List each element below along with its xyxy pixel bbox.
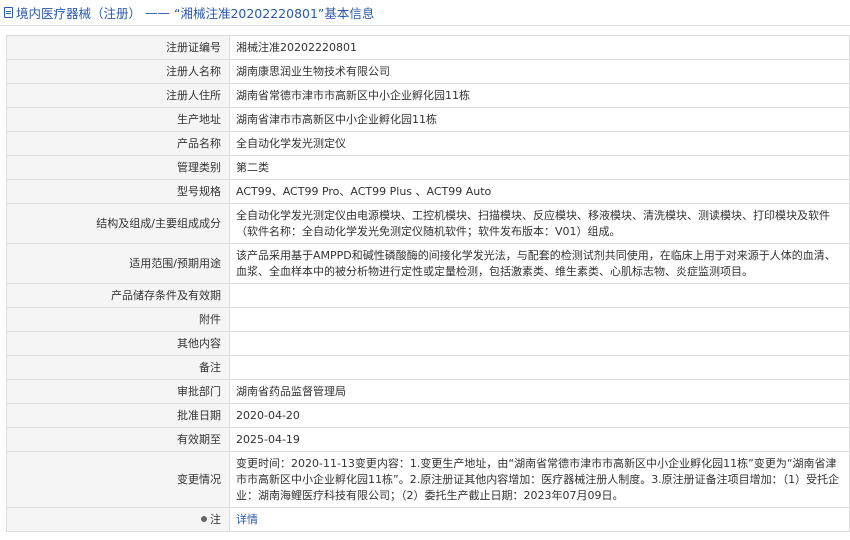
table-row: 生产地址 湖南省津市市高新区中小企业孵化园11栋	[6, 107, 850, 132]
table-row: 变更情况 变更时间：2020-11-13变更内容：1.变更生产地址，由“湖南省常…	[6, 451, 850, 508]
row-label: 注册人住所	[6, 83, 230, 108]
table-row: 产品名称 全自动化学发光测定仪	[6, 131, 850, 156]
location-pin-icon	[201, 515, 207, 522]
note-row: 注 详情	[6, 507, 850, 532]
row-value: ACT99、ACT99 Pro、ACT99 Plus 、ACT99 Auto	[229, 179, 850, 204]
table-row: 审批部门 湖南省药品监督管理局	[6, 379, 850, 404]
table-row: 备注	[6, 355, 850, 380]
row-label: 产品储存条件及有效期	[6, 283, 230, 308]
row-value: 湖南康思润业生物技术有限公司	[229, 59, 850, 84]
row-value: 湖南省药品监督管理局	[229, 379, 850, 404]
row-value	[229, 331, 850, 356]
row-value: 该产品采用基于AMPPD和碱性磷酸酶的间接化学发光法，与配套的检测试剂共同使用，…	[229, 243, 850, 284]
table-row: 注册人名称 湖南康思润业生物技术有限公司	[6, 59, 850, 84]
row-label: 审批部门	[6, 379, 230, 404]
table-row: 有效期至 2025-04-19	[6, 427, 850, 452]
row-label: 生产地址	[6, 107, 230, 132]
row-value: 2025-04-19	[229, 427, 850, 452]
header-separator: ——	[141, 5, 174, 20]
row-label: 附件	[6, 307, 230, 332]
row-value: 第二类	[229, 155, 850, 180]
note-value-cell: 详情	[229, 507, 850, 532]
table-row: 适用范围/预期用途 该产品采用基于AMPPD和碱性磷酸酶的间接化学发光法，与配套…	[6, 243, 850, 284]
row-label: 适用范围/预期用途	[6, 243, 230, 284]
row-value: 全自动化学发光测定仪由电源模块、工控机模块、扫描模块、反应模块、移液模块、清洗模…	[229, 203, 850, 244]
table-row: 注册证编号 湘械注准20202220801	[6, 35, 850, 60]
registration-detail-table: 注册证编号 湘械注准20202220801 注册人名称 湖南康思润业生物技术有限…	[6, 35, 850, 532]
row-label: 变更情况	[6, 451, 230, 508]
row-label: 备注	[6, 355, 230, 380]
row-value: 全自动化学发光测定仪	[229, 131, 850, 156]
row-label: 有效期至	[6, 427, 230, 452]
details-link[interactable]: 详情	[236, 513, 258, 526]
row-label: 结构及组成/主要组成成分	[6, 203, 230, 244]
table-row: 附件	[6, 307, 850, 332]
row-value: 湖南省津市市高新区中小企业孵化园11栋	[229, 107, 850, 132]
row-value	[229, 355, 850, 380]
row-value: 2020-04-20	[229, 403, 850, 428]
table-row: 型号规格 ACT99、ACT99 Pro、ACT99 Plus 、ACT99 A…	[6, 179, 850, 204]
table-row: 结构及组成/主要组成成分 全自动化学发光测定仪由电源模块、工控机模块、扫描模块、…	[6, 203, 850, 244]
row-label: 注册证编号	[6, 35, 230, 60]
row-label: 注册人名称	[6, 59, 230, 84]
row-value: 湖南省常德市津市市高新区中小企业孵化园11栋	[229, 83, 850, 108]
document-icon	[4, 7, 13, 18]
row-value: 湘械注准20202220801	[229, 35, 850, 60]
row-label: 管理类别	[6, 155, 230, 180]
table-row: 管理类别 第二类	[6, 155, 850, 180]
table-row: 注册人住所 湖南省常德市津市市高新区中小企业孵化园11栋	[6, 83, 850, 108]
page-header: 境内医疗器械（注册） —— “湘械注准20202220801”基本信息	[0, 0, 850, 26]
note-label-cell: 注	[6, 507, 230, 532]
row-value	[229, 283, 850, 308]
note-label: 注	[210, 512, 221, 526]
row-label: 产品名称	[6, 131, 230, 156]
row-label: 型号规格	[6, 179, 230, 204]
header-title: “湘械注准20202220801”基本信息	[173, 6, 375, 21]
row-value	[229, 307, 850, 332]
table-row: 批准日期 2020-04-20	[6, 403, 850, 428]
row-label: 其他内容	[6, 331, 230, 356]
row-label: 批准日期	[6, 403, 230, 428]
table-row: 其他内容	[6, 331, 850, 356]
table-row: 产品储存条件及有效期	[6, 283, 850, 308]
row-value: 变更时间：2020-11-13变更内容：1.变更生产地址，由“湖南省常德市津市市…	[229, 451, 850, 508]
header-section: 境内医疗器械（注册）	[16, 6, 142, 21]
